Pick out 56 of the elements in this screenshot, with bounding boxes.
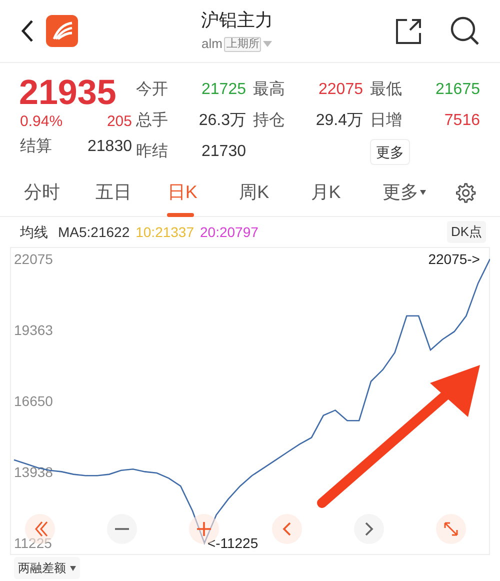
double-chevron-icon [32,521,48,537]
y-axis-label: 11225 [14,535,52,551]
stat-label: 总手 [136,110,169,131]
back-icon[interactable] [20,19,34,43]
stat-label: 持仓 [253,111,286,131]
max-annotation: 22075-> [428,251,480,267]
stat-label: 今开 [136,80,169,100]
stat-label: 昨结 [136,142,169,162]
stat-value: 21725 [200,80,246,100]
search-icon[interactable] [450,16,480,46]
stat-value: 22075 [318,80,363,100]
change-value: 205 [106,112,132,132]
dropdown-caret-icon[interactable] [263,41,272,47]
stat-value: 21830 [88,137,132,157]
change-percent: 0.94% [20,112,63,132]
y-axis-label: 22075 [14,251,53,267]
stat-value: 21730 [200,142,246,162]
y-axis-label: 16650 [14,393,53,409]
chart-tab[interactable]: 分时 [24,172,96,212]
more-button[interactable]: 更多 [370,138,410,164]
chart-tab[interactable]: 五日 [96,172,168,212]
y-axis-label: 13938 [14,464,53,480]
y-axis-label: 19363 [14,322,53,338]
settings-icon[interactable] [454,182,476,204]
contract-code: alm [202,35,222,54]
min-annotation: <-11225 [207,535,258,551]
scroll-right-button[interactable] [354,514,384,544]
dropdown-caret-icon [70,566,76,570]
dk-points-button[interactable]: DK点 [446,221,486,243]
stat-label: 日增 [370,111,403,131]
stat-value: 29.4万 [314,111,363,131]
page-title: 沪铝主力 [201,9,273,32]
minus-icon [115,528,130,530]
last-price: 21935 [19,74,118,112]
ma-value: 10:21337 [136,222,194,242]
app-logo-icon [46,15,78,47]
zoom-out-button[interactable] [107,514,138,544]
fullscreen-button[interactable] [436,514,466,544]
ma-value: 20:20797 [200,222,258,242]
indicator-selector[interactable]: 两融差额 [14,557,80,579]
chart-tab[interactable]: 月K [310,172,382,212]
share-icon[interactable] [396,18,422,44]
legend-label: 均线 [20,222,48,242]
stat-value: 21675 [434,80,480,100]
stat-label: 最低 [370,80,403,100]
plus-icon [196,521,212,537]
chart-tab[interactable]: 周K [239,172,311,212]
stat-value: 7516 [443,111,480,131]
stat-label: 结算 [20,136,52,157]
stat-label: 最高 [253,80,286,100]
ma-value: MA5:21622 [58,222,130,242]
chart-tab[interactable]: 更多 [382,172,454,212]
expand-icon [442,521,459,537]
scroll-left-button[interactable] [272,514,302,544]
stat-value: 26.3万 [198,111,246,131]
exchange-tag: 上期所 [224,36,262,52]
